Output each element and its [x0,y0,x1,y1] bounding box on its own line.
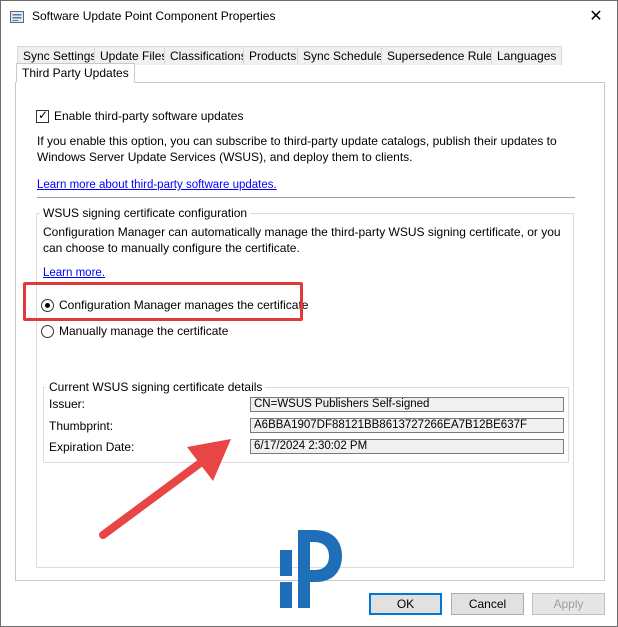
check-icon: ✓ [38,108,49,122]
apply-button[interactable]: Apply [532,593,605,615]
update-point-icon [10,11,24,23]
tab-supersedence-rules[interactable]: Supersedence Rules [381,46,505,65]
highlight-box [23,282,303,321]
window-title: Software Update Point Component Properti… [32,9,276,23]
signing-description: Configuration Manager can automatically … [43,225,561,255]
tab-sync-schedule[interactable]: Sync Schedule [297,46,390,65]
arrow-annotation [99,439,231,539]
separator [37,197,575,198]
title-bar: Software Update Point Component Properti… [1,1,617,33]
issuer-label: Issuer: [49,397,86,411]
learn-more-third-party-link[interactable]: Learn more about third-party software up… [37,179,277,191]
radio-manual-label: Manually manage the certificate [59,324,229,338]
thumbprint-field[interactable]: A6BBA1907DF88121BB8613727266EA7B12BE637F [250,418,564,433]
third-party-description: If you enable this option, you can subsc… [37,134,557,164]
learn-more-link[interactable]: Learn more. [43,267,105,279]
expiration-field[interactable]: 6/17/2024 2:30:02 PM [250,439,564,454]
tab-third-party-updates[interactable]: Third Party Updates [16,63,135,83]
radio-manual[interactable] [41,325,54,338]
cancel-button[interactable]: Cancel [451,593,524,615]
properties-dialog: Software Update Point Component Properti… [0,0,618,627]
signing-config-group-title: WSUS signing certificate configuration [40,206,251,220]
tab-languages[interactable]: Languages [491,46,563,65]
cert-details-group-title: Current WSUS signing certificate details [46,380,266,394]
issuer-field[interactable]: CN=WSUS Publishers Self-signed [250,397,564,412]
enable-third-party-checkbox[interactable]: ✓ [36,108,49,123]
enable-third-party-label: Enable third-party software updates [54,109,244,123]
tab-classifications[interactable]: Classifications [164,46,253,65]
close-button[interactable]: ✕ [579,4,613,30]
tab-products[interactable]: Products [243,46,303,65]
ok-button[interactable]: OK [369,593,442,615]
prajwal-logo-icon [280,530,342,608]
close-icon: ✕ [589,8,603,25]
